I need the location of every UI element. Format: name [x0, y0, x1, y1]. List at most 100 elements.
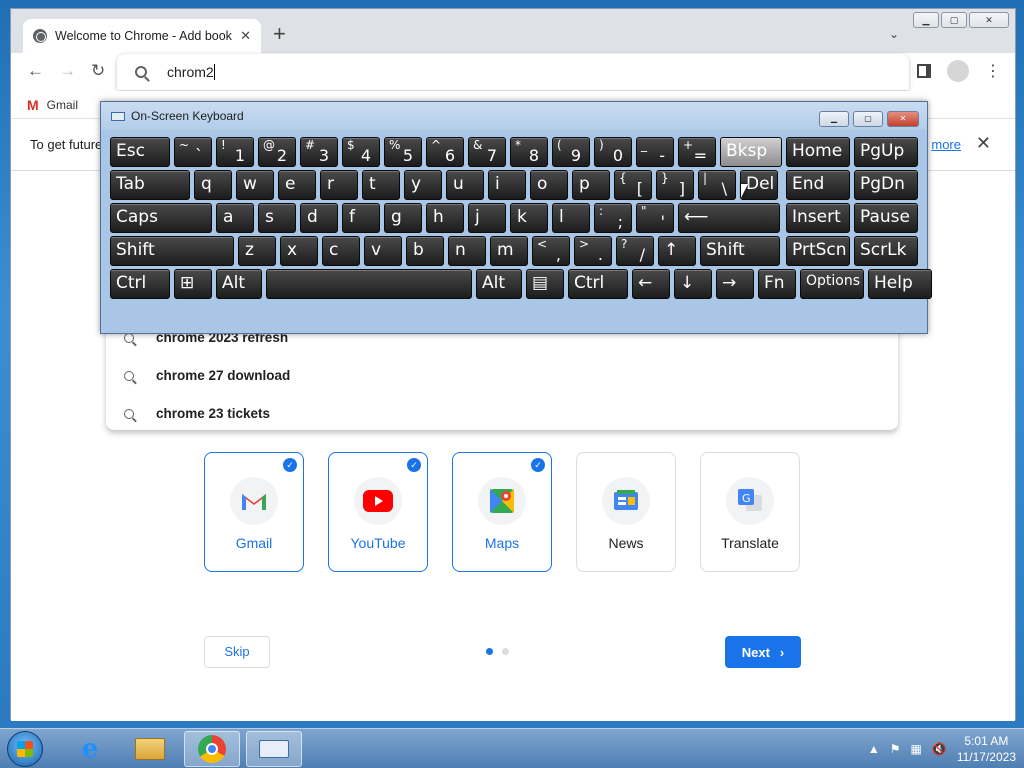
- tab-welcome[interactable]: Welcome to Chrome - Add book ✕: [23, 19, 261, 53]
- osk-key[interactable]: End: [786, 170, 850, 200]
- suggestion-item[interactable]: chrome 23 tickets: [124, 406, 270, 421]
- osk-key[interactable]: Caps: [110, 203, 212, 233]
- osk-key[interactable]: ^ 6: [426, 137, 464, 167]
- osk-key[interactable]: Fn: [758, 269, 796, 299]
- app-card-news[interactable]: News: [576, 452, 676, 572]
- explorer-icon[interactable]: [122, 731, 178, 767]
- osk-key[interactable]: ? /: [616, 236, 654, 266]
- osk-key[interactable]: y: [404, 170, 442, 200]
- close-window-button[interactable]: ✕: [969, 12, 1009, 28]
- volume-muted-icon[interactable]: 🔇: [932, 742, 947, 756]
- osk-key[interactable]: " ': [636, 203, 674, 233]
- osk-key[interactable]: ←: [632, 269, 670, 299]
- osk-key[interactable]: b: [406, 236, 444, 266]
- action-center-flag-icon[interactable]: ⚑: [890, 742, 901, 756]
- clock[interactable]: 5:01 AM 11/17/2023: [957, 733, 1016, 765]
- osk-key[interactable]: Pause: [854, 203, 918, 233]
- osk-key[interactable]: Shift: [700, 236, 780, 266]
- osk-key[interactable]: Alt: [216, 269, 262, 299]
- osk-key[interactable]: m: [490, 236, 528, 266]
- osk-key[interactable]: d: [300, 203, 338, 233]
- side-panel-icon[interactable]: [917, 64, 931, 78]
- osk-key[interactable]: PgUp: [854, 137, 918, 167]
- osk-key[interactable]: q: [194, 170, 232, 200]
- chrome-icon[interactable]: [184, 731, 240, 767]
- omnibox[interactable]: chrom2: [117, 54, 909, 90]
- osk-key[interactable]: p: [572, 170, 610, 200]
- osk-key[interactable]: | \: [698, 170, 736, 200]
- osk-key[interactable]: →: [716, 269, 754, 299]
- osk-maximize-button[interactable]: ▢: [853, 111, 883, 127]
- osk-key[interactable]: Bksp: [720, 137, 782, 167]
- osk-close-button[interactable]: ✕: [887, 111, 919, 127]
- tab-close-icon[interactable]: ✕: [240, 28, 251, 44]
- osk-minimize-button[interactable]: ▁: [819, 111, 849, 127]
- osk-key[interactable]: & 7: [468, 137, 506, 167]
- osk-key[interactable]: c: [322, 236, 360, 266]
- osk-key[interactable]: ↓: [674, 269, 712, 299]
- osk-key[interactable]: (9: [552, 137, 590, 167]
- osk-key[interactable]: {[: [614, 170, 652, 200]
- osk-key[interactable]: ▤: [526, 269, 564, 299]
- osk-key[interactable]: ⟵: [678, 203, 780, 233]
- osk-key[interactable]: f: [342, 203, 380, 233]
- osk-key[interactable]: j: [468, 203, 506, 233]
- suggestion-item[interactable]: chrome 27 download: [124, 368, 290, 383]
- osk-key[interactable]: Tab: [110, 170, 190, 200]
- osk-key[interactable]: @2: [258, 137, 296, 167]
- osk-key[interactable]: w: [236, 170, 274, 200]
- osk-key[interactable]: n: [448, 236, 486, 266]
- osk-key[interactable]: v: [364, 236, 402, 266]
- osk-key[interactable]: ScrLk: [854, 236, 918, 266]
- osk-key[interactable]: + =: [678, 137, 716, 167]
- osk-key[interactable]: ) 0: [594, 137, 632, 167]
- osk-key[interactable]: PgDn: [854, 170, 918, 200]
- osk-key[interactable]: h: [426, 203, 464, 233]
- osk-key[interactable]: Esc: [110, 137, 170, 167]
- forward-icon[interactable]: →: [59, 61, 76, 81]
- osk-key[interactable]: [266, 269, 472, 299]
- osk-key[interactable]: o: [530, 170, 568, 200]
- start-button[interactable]: [7, 731, 43, 767]
- osk-key[interactable]: i: [488, 170, 526, 200]
- skip-button[interactable]: Skip: [204, 636, 270, 668]
- next-button[interactable]: Next ›: [725, 636, 801, 668]
- maximize-button[interactable]: ▢: [941, 12, 967, 28]
- osk-key[interactable]: x: [280, 236, 318, 266]
- close-icon[interactable]: ✕: [976, 133, 991, 154]
- osk-key[interactable]: g: [384, 203, 422, 233]
- minimize-button[interactable]: ▁: [913, 12, 939, 28]
- app-card-gmail[interactable]: ✓ Gmail: [204, 452, 304, 572]
- osk-key[interactable]: e: [278, 170, 316, 200]
- osk-key[interactable]: Home: [786, 137, 850, 167]
- osk-key[interactable]: Options: [800, 269, 864, 299]
- osk-key[interactable]: Alt: [476, 269, 522, 299]
- osk-key[interactable]: s: [258, 203, 296, 233]
- osk-key[interactable]: l: [552, 203, 590, 233]
- show-hidden-icons-icon[interactable]: ▲: [868, 742, 880, 756]
- osk-key[interactable]: <,: [532, 236, 570, 266]
- osk-key[interactable]: Ctrl: [568, 269, 628, 299]
- osk-title-bar[interactable]: On-Screen Keyboard ▁ ▢ ✕: [101, 102, 927, 130]
- osk-key[interactable]: :;: [594, 203, 632, 233]
- osk-key[interactable]: u: [446, 170, 484, 200]
- osk-key[interactable]: ↑: [658, 236, 696, 266]
- app-card-translate[interactable]: G Translate: [700, 452, 800, 572]
- osk-key[interactable]: % 5: [384, 137, 422, 167]
- osk-key[interactable]: a: [216, 203, 254, 233]
- menu-icon[interactable]: ⋮: [985, 61, 1001, 81]
- osk-key[interactable]: z: [238, 236, 276, 266]
- osk-key[interactable]: PrtScn: [786, 236, 850, 266]
- osk-key[interactable]: ⊞: [174, 269, 212, 299]
- profile-avatar-icon[interactable]: [947, 60, 969, 82]
- osk-key[interactable]: _ -: [636, 137, 674, 167]
- app-card-maps[interactable]: ✓ Maps: [452, 452, 552, 572]
- tab-search-chevron-icon[interactable]: ⌄: [889, 27, 899, 41]
- bookmark-gmail[interactable]: M Gmail: [27, 97, 78, 113]
- osk-key[interactable]: Insert: [786, 203, 850, 233]
- osk-key[interactable]: ~ `: [174, 137, 212, 167]
- osk-key[interactable]: #3: [300, 137, 338, 167]
- osk-key[interactable]: * 8: [510, 137, 548, 167]
- osk-key[interactable]: t: [362, 170, 400, 200]
- learn-more-link[interactable]: more: [931, 137, 961, 152]
